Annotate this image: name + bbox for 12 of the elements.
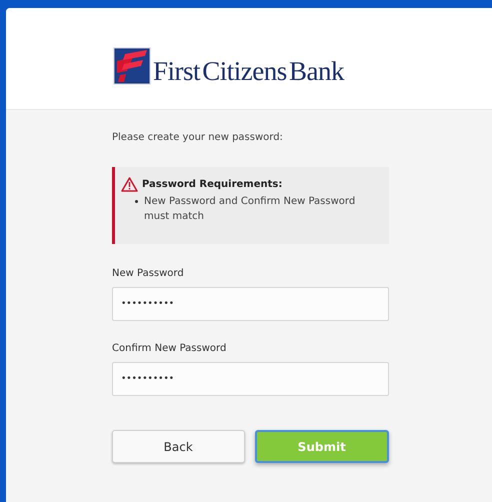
requirement-text: New Password and Confirm New Password must match [144,195,356,224]
field-label: New Password [112,267,185,281]
password-field[interactable]: •••••••••• [112,287,389,321]
flag-logo-icon [113,46,151,84]
field-label: Confirm New Password [112,342,228,356]
password-field[interactable]: •••••••••• [112,362,389,396]
back-button[interactable]: Back [112,430,244,463]
alert-title: Password Requirements: [142,178,282,192]
bullet-icon [135,200,138,203]
bank-name: First Citizens Bank [153,55,344,88]
intro-text: Please create your new password: [112,131,284,145]
warning-icon [121,177,138,192]
